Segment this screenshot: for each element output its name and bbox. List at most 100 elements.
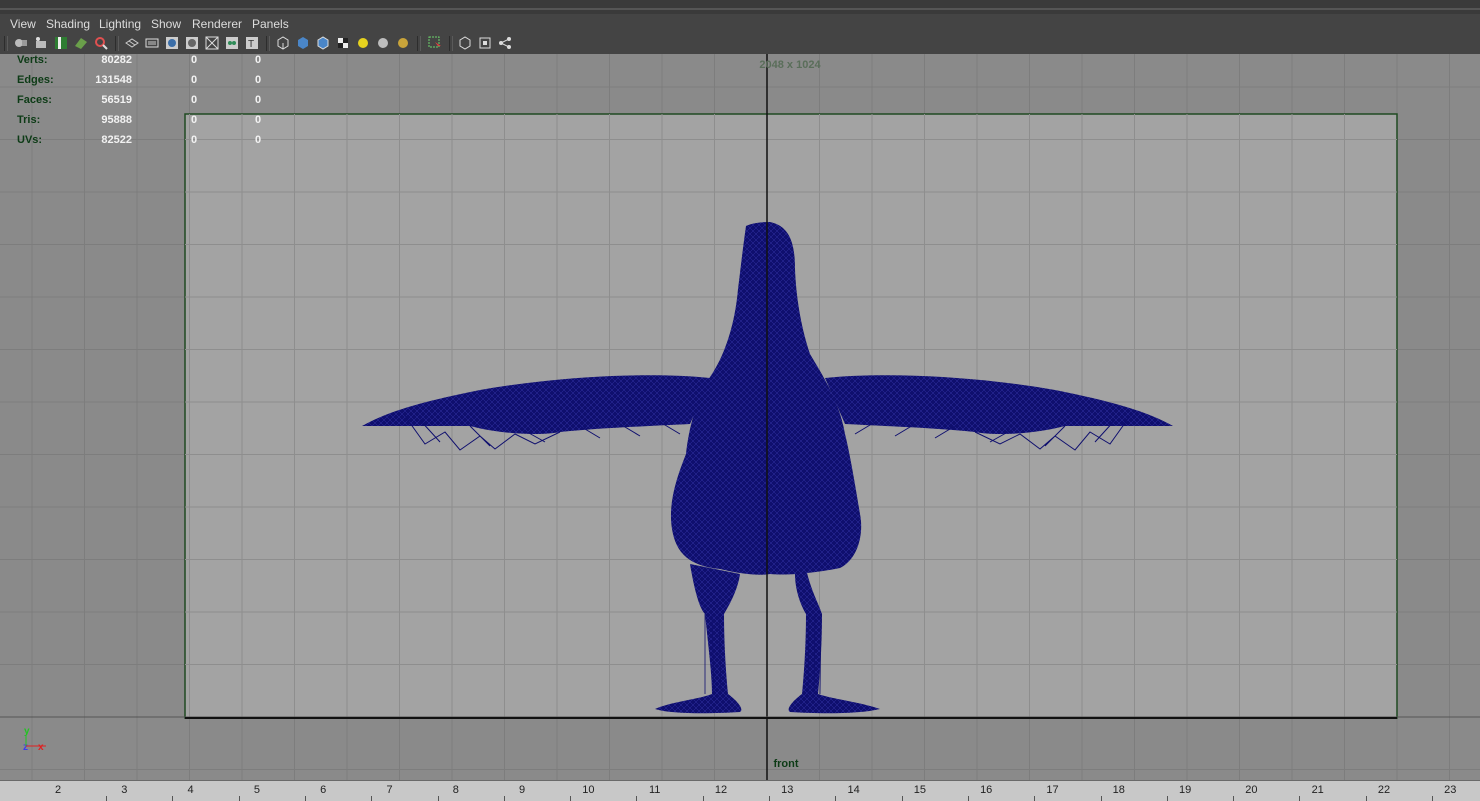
hud-uvs-selected-2: 0 [255, 134, 262, 146]
ruler-tick-label: 14 [847, 784, 860, 796]
film-gate-icon[interactable] [144, 35, 160, 51]
hud-uvs-label: UVs: [17, 134, 43, 146]
ruler-tick-label: 21 [1311, 784, 1324, 796]
menu-lighting[interactable]: Lighting [97, 16, 143, 32]
ruler-tick-label: 13 [781, 784, 794, 796]
hud-faces-value: 56519 [101, 94, 132, 106]
ruler-tick-label: 2 [54, 784, 62, 796]
high-quality-icon[interactable] [395, 35, 411, 51]
ruler-tick [172, 796, 174, 801]
camera-name-label: front [773, 758, 799, 770]
ruler-tick-label: 7 [386, 784, 393, 796]
use-all-lights-icon[interactable] [355, 35, 371, 51]
hud-edges-selected-2: 0 [255, 74, 262, 86]
isolate-select-icon[interactable] [457, 35, 473, 51]
grid-icon[interactable] [124, 35, 140, 51]
wireframe-on-shaded-icon[interactable] [315, 35, 331, 51]
window-title-band [0, 0, 1480, 15]
hud-edges-selected: 0 [191, 74, 198, 86]
hud-faces-label: Faces: [17, 94, 52, 106]
hud-verts-label: Verts: [17, 54, 48, 66]
2d-pan-zoom-icon[interactable] [93, 35, 109, 51]
ruler-tick [1299, 796, 1301, 801]
select-camera-icon[interactable] [13, 35, 29, 51]
ruler-tick [1432, 796, 1433, 801]
ruler-tick-label: 5 [253, 784, 260, 796]
ruler-tick-label: 18 [1112, 784, 1125, 796]
wireframe-icon[interactable] [275, 35, 291, 51]
hud-tris-selected: 0 [191, 114, 198, 126]
xray-select-icon[interactable] [427, 35, 443, 51]
toolbar-separator [266, 36, 270, 51]
hud-faces-selected-2: 0 [255, 94, 262, 106]
image-plane-icon[interactable] [73, 35, 89, 51]
ruler-tick [967, 796, 969, 801]
bottom-ruler[interactable]: 2 3 4 5 6 7 8 9 10 11 12 13 14 15 16 17 18 19 20 21 22 23 [0, 780, 1480, 801]
hud-uvs-value: 82522 [101, 134, 132, 146]
axis-gizmo-icon [25, 736, 46, 747]
ruler-tick [1100, 796, 1102, 801]
ruler-tick [238, 796, 240, 801]
ruler-tick-label: 9 [519, 784, 526, 796]
title-band-line [0, 8, 1480, 10]
hud-verts-selected-2: 0 [255, 54, 262, 66]
ruler-tick [1233, 796, 1235, 801]
ruler-tick [769, 796, 770, 801]
panel-menu-bar: View Shading Lighting Show Renderer Pane… [0, 14, 1480, 33]
toolbar-separator [4, 36, 8, 51]
ruler-tick-label: 17 [1046, 784, 1059, 796]
ruler-tick-label: 10 [582, 784, 595, 796]
safe-title-icon[interactable]: T [244, 35, 260, 51]
resolution-gate-label: 2048 x 1024 [759, 59, 821, 71]
hud-tris-label: Tris: [17, 114, 41, 126]
ruler-tick [437, 796, 439, 801]
ruler-tick [570, 796, 572, 801]
toolbar-separator [449, 36, 453, 51]
toolbar-separator [115, 36, 119, 51]
panel-toolbar: T [0, 33, 1480, 55]
front-viewport[interactable]: Verts: 80282 0 0 Edges: 131548 0 0 Faces… [0, 54, 1480, 780]
svg-text:T: T [248, 39, 254, 50]
ruler-tick-label: 22 [1377, 784, 1391, 796]
bookmarks-icon[interactable] [53, 35, 69, 51]
menu-view[interactable]: View [8, 16, 38, 32]
ruler-tick [702, 796, 704, 801]
ruler-tick [371, 796, 373, 801]
hud-uvs-selected: 0 [191, 134, 198, 146]
viewport-canvas[interactable] [0, 54, 1480, 780]
field-chart-icon[interactable] [204, 35, 220, 51]
ruler-tick-label: 4 [187, 784, 194, 796]
menu-panels[interactable]: Panels [250, 16, 291, 32]
ruler-tick [1034, 796, 1036, 801]
ruler-tick-label: 16 [980, 784, 993, 796]
smooth-shade-icon[interactable] [295, 35, 311, 51]
menu-renderer[interactable]: Renderer [190, 16, 244, 32]
ruler-tick [503, 796, 505, 801]
ruler-tick-label: 11 [648, 784, 661, 796]
shadows-icon[interactable] [375, 35, 391, 51]
menu-shading[interactable]: Shading [44, 16, 92, 32]
ruler-tick-label: 12 [714, 784, 728, 796]
ruler-tick [901, 796, 903, 801]
menu-show[interactable]: Show [149, 16, 183, 32]
ruler-tick [1365, 796, 1367, 801]
ruler-tick-label: 8 [452, 784, 459, 796]
ruler-tick [636, 796, 638, 801]
hud-verts-selected: 0 [191, 54, 198, 66]
resolution-gate-icon[interactable] [164, 35, 180, 51]
ruler-tick-label: 19 [1178, 784, 1192, 796]
ruler-tick-label: 23 [1444, 784, 1457, 796]
ruler-tick-label: 20 [1245, 784, 1258, 796]
gate-mask-icon[interactable] [184, 35, 200, 51]
safe-action-icon[interactable] [224, 35, 240, 51]
ruler-tick [304, 796, 306, 801]
hud-faces-selected: 0 [191, 94, 198, 106]
hud-edges-label: Edges: [17, 74, 54, 86]
hierarchy-icon[interactable] [497, 35, 513, 51]
ruler-tick-label: 6 [320, 784, 327, 796]
lock-camera-icon[interactable] [33, 35, 49, 51]
frame-all-icon[interactable] [477, 35, 493, 51]
textured-icon[interactable] [335, 35, 351, 51]
ruler-tick [106, 796, 107, 801]
toolbar-separator [417, 36, 421, 51]
